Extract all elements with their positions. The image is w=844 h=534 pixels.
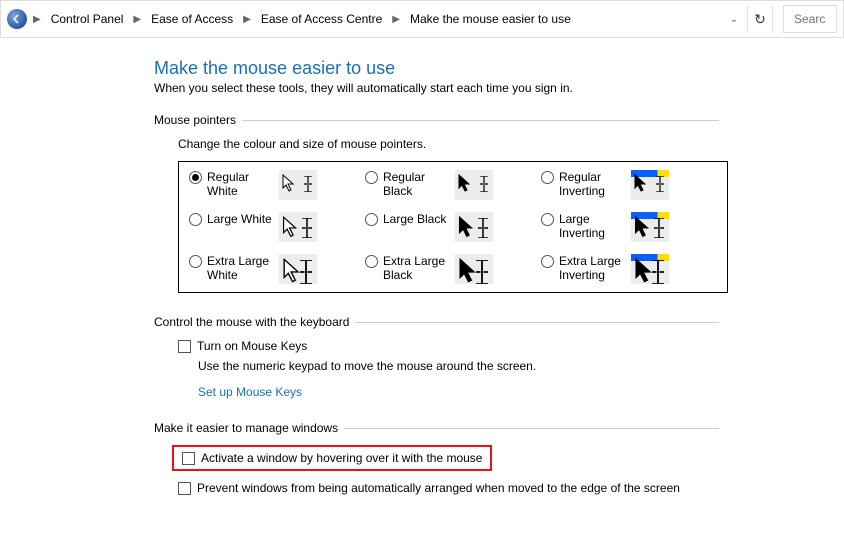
page-subtitle: When you select these tools, they will a…	[154, 81, 844, 95]
radio-icon[interactable]	[541, 255, 554, 268]
divider	[242, 120, 719, 121]
address-bar: ▶ Control Panel ▶ Ease of Access ▶ Ease …	[0, 0, 844, 38]
checkbox-hover-activate[interactable]: Activate a window by hovering over it wi…	[201, 451, 482, 465]
breadcrumb: ▶ Control Panel ▶ Ease of Access ▶ Ease …	[33, 10, 721, 28]
legend-mouse-pointers: Mouse pointers	[154, 113, 242, 127]
page-title: Make the mouse easier to use	[154, 58, 844, 79]
chevron-right-icon: ▶	[133, 14, 141, 25]
pointer-label: Large White	[207, 212, 277, 226]
pointer-option[interactable]: Large Inverting	[541, 212, 717, 242]
chevron-down-icon[interactable]: ⌄	[723, 14, 745, 25]
pointer-label: Regular White	[207, 170, 277, 198]
chevron-right-icon: ▶	[243, 14, 251, 25]
pointer-option[interactable]: Extra Large Black	[365, 254, 541, 284]
crumb-ease-of-access[interactable]: Ease of Access	[147, 10, 237, 28]
radio-icon[interactable]	[365, 171, 378, 184]
cursor-preview	[455, 170, 493, 200]
search-input[interactable]	[792, 11, 828, 27]
radio-icon[interactable]	[541, 213, 554, 226]
highlighted-option: Activate a window by hovering over it wi…	[172, 445, 492, 471]
cursor-preview	[631, 254, 669, 284]
checkbox-label: Prevent windows from being automatically…	[197, 481, 680, 495]
cursor-preview	[279, 212, 317, 242]
legend-windows: Make it easier to manage windows	[154, 421, 344, 435]
chevron-right-icon: ▶	[392, 14, 400, 25]
link-setup-mouse-keys[interactable]: Set up Mouse Keys	[154, 385, 719, 399]
pointer-label: Extra Large Inverting	[559, 254, 629, 282]
checkbox-label: Turn on Mouse Keys	[197, 339, 307, 353]
radio-icon[interactable]	[541, 171, 554, 184]
checkbox-mouse-keys[interactable]: Turn on Mouse Keys	[154, 339, 719, 353]
checkbox-icon[interactable]	[178, 340, 191, 353]
cursor-preview	[631, 212, 669, 242]
pointer-option[interactable]: Regular Black	[365, 170, 541, 200]
crumb-control-panel[interactable]: Control Panel	[47, 10, 128, 28]
section-mouse-pointers: Mouse pointers	[154, 113, 719, 127]
back-icon[interactable]	[7, 9, 27, 29]
section-keyboard: Control the mouse with the keyboard	[154, 315, 719, 329]
radio-icon[interactable]	[365, 213, 378, 226]
checkbox-prevent-snap[interactable]: Prevent windows from being automatically…	[154, 481, 719, 495]
pointer-label: Regular Black	[383, 170, 453, 198]
radio-icon[interactable]	[189, 255, 202, 268]
radio-icon[interactable]	[365, 255, 378, 268]
checkbox-icon[interactable]	[178, 482, 191, 495]
pointer-label: Extra Large White	[207, 254, 277, 282]
pointer-option[interactable]: Extra Large Inverting	[541, 254, 717, 284]
pointer-label: Regular Inverting	[559, 170, 629, 198]
pointer-option[interactable]: Regular White	[189, 170, 365, 200]
cursor-preview	[455, 254, 493, 284]
divider	[344, 428, 719, 429]
cursor-preview	[279, 170, 317, 200]
pointer-label: Large Inverting	[559, 212, 629, 240]
refresh-icon[interactable]: ↻	[747, 6, 773, 32]
pointer-option[interactable]: Large Black	[365, 212, 541, 242]
pointers-hint: Change the colour and size of mouse poin…	[178, 137, 844, 151]
crumb-ease-of-access-centre[interactable]: Ease of Access Centre	[257, 10, 386, 28]
pointer-label: Extra Large Black	[383, 254, 453, 282]
pointer-option[interactable]: Regular Inverting	[541, 170, 717, 200]
legend-keyboard: Control the mouse with the keyboard	[154, 315, 355, 329]
mouse-keys-hint: Use the numeric keypad to move the mouse…	[154, 359, 719, 373]
pointer-option[interactable]: Large White	[189, 212, 365, 242]
chevron-right-icon: ▶	[33, 14, 41, 25]
pointer-options-box: Regular White Regular Black Regular Inve…	[178, 161, 728, 293]
main-content: Make the mouse easier to use When you se…	[0, 38, 844, 521]
cursor-preview	[631, 170, 669, 200]
section-manage-windows: Make it easier to manage windows	[154, 421, 719, 435]
search-box[interactable]	[783, 5, 837, 33]
pointer-label: Large Black	[383, 212, 453, 226]
crumb-current[interactable]: Make the mouse easier to use	[406, 10, 575, 28]
cursor-preview	[279, 254, 317, 284]
divider	[355, 322, 719, 323]
checkbox-icon[interactable]	[182, 452, 195, 465]
pointer-option[interactable]: Extra Large White	[189, 254, 365, 284]
radio-icon[interactable]	[189, 213, 202, 226]
radio-icon[interactable]	[189, 171, 202, 184]
cursor-preview	[455, 212, 493, 242]
